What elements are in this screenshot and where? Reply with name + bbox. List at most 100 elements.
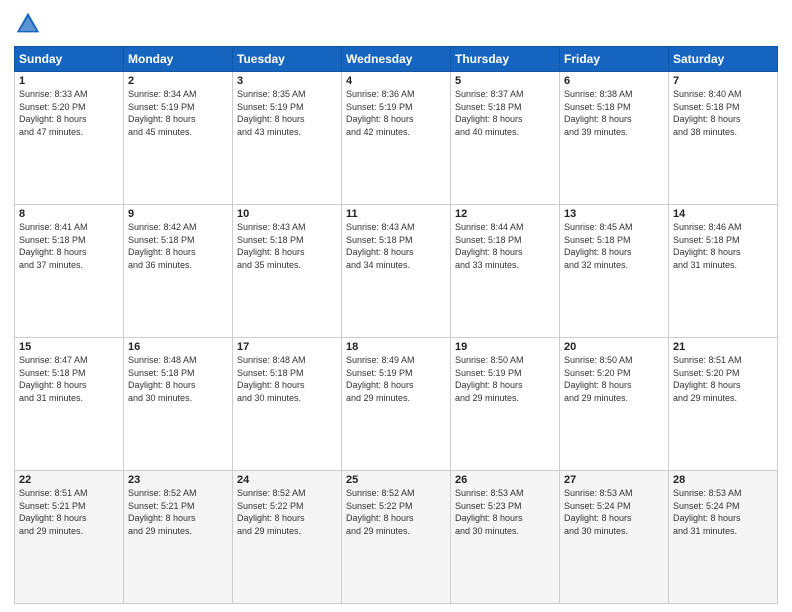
calendar-cell: 11 Sunrise: 8:43 AMSunset: 5:18 PMDaylig… [342,205,451,338]
calendar-cell: 26 Sunrise: 8:53 AMSunset: 5:23 PMDaylig… [451,471,560,604]
calendar-week-row: 15 Sunrise: 8:47 AMSunset: 5:18 PMDaylig… [15,338,778,471]
calendar-cell: 1 Sunrise: 8:33 AMSunset: 5:20 PMDayligh… [15,72,124,205]
day-number: 18 [346,341,446,353]
calendar-cell: 17 Sunrise: 8:48 AMSunset: 5:18 PMDaylig… [233,338,342,471]
day-info: Sunrise: 8:45 AMSunset: 5:18 PMDaylight:… [564,221,664,271]
day-info: Sunrise: 8:49 AMSunset: 5:19 PMDaylight:… [346,354,446,404]
day-info: Sunrise: 8:48 AMSunset: 5:18 PMDaylight:… [128,354,228,404]
day-number: 11 [346,208,446,220]
day-number: 2 [128,75,228,87]
day-info: Sunrise: 8:43 AMSunset: 5:18 PMDaylight:… [346,221,446,271]
day-header: Friday [560,47,669,72]
day-number: 19 [455,341,555,353]
calendar-cell: 28 Sunrise: 8:53 AMSunset: 5:24 PMDaylig… [669,471,778,604]
day-number: 28 [673,474,773,486]
day-number: 17 [237,341,337,353]
day-number: 21 [673,341,773,353]
day-info: Sunrise: 8:37 AMSunset: 5:18 PMDaylight:… [455,88,555,138]
page: SundayMondayTuesdayWednesdayThursdayFrid… [0,0,792,612]
day-info: Sunrise: 8:33 AMSunset: 5:20 PMDaylight:… [19,88,119,138]
day-info: Sunrise: 8:34 AMSunset: 5:19 PMDaylight:… [128,88,228,138]
header [14,10,778,38]
day-info: Sunrise: 8:51 AMSunset: 5:21 PMDaylight:… [19,487,119,537]
day-info: Sunrise: 8:41 AMSunset: 5:18 PMDaylight:… [19,221,119,271]
calendar-cell: 22 Sunrise: 8:51 AMSunset: 5:21 PMDaylig… [15,471,124,604]
day-info: Sunrise: 8:44 AMSunset: 5:18 PMDaylight:… [455,221,555,271]
calendar-cell: 19 Sunrise: 8:50 AMSunset: 5:19 PMDaylig… [451,338,560,471]
day-info: Sunrise: 8:38 AMSunset: 5:18 PMDaylight:… [564,88,664,138]
calendar-header-row: SundayMondayTuesdayWednesdayThursdayFrid… [15,47,778,72]
day-info: Sunrise: 8:53 AMSunset: 5:24 PMDaylight:… [673,487,773,537]
calendar-cell: 12 Sunrise: 8:44 AMSunset: 5:18 PMDaylig… [451,205,560,338]
calendar-cell: 6 Sunrise: 8:38 AMSunset: 5:18 PMDayligh… [560,72,669,205]
day-header: Monday [124,47,233,72]
day-info: Sunrise: 8:52 AMSunset: 5:22 PMDaylight:… [346,487,446,537]
day-number: 16 [128,341,228,353]
calendar-cell: 21 Sunrise: 8:51 AMSunset: 5:20 PMDaylig… [669,338,778,471]
calendar-cell: 18 Sunrise: 8:49 AMSunset: 5:19 PMDaylig… [342,338,451,471]
day-number: 9 [128,208,228,220]
calendar-cell: 25 Sunrise: 8:52 AMSunset: 5:22 PMDaylig… [342,471,451,604]
day-header: Tuesday [233,47,342,72]
day-info: Sunrise: 8:52 AMSunset: 5:22 PMDaylight:… [237,487,337,537]
calendar-cell: 13 Sunrise: 8:45 AMSunset: 5:18 PMDaylig… [560,205,669,338]
day-info: Sunrise: 8:50 AMSunset: 5:20 PMDaylight:… [564,354,664,404]
calendar-cell: 8 Sunrise: 8:41 AMSunset: 5:18 PMDayligh… [15,205,124,338]
calendar-cell: 2 Sunrise: 8:34 AMSunset: 5:19 PMDayligh… [124,72,233,205]
day-info: Sunrise: 8:43 AMSunset: 5:18 PMDaylight:… [237,221,337,271]
day-number: 24 [237,474,337,486]
day-number: 12 [455,208,555,220]
day-number: 10 [237,208,337,220]
calendar-cell: 20 Sunrise: 8:50 AMSunset: 5:20 PMDaylig… [560,338,669,471]
day-number: 25 [346,474,446,486]
day-number: 23 [128,474,228,486]
calendar-cell: 14 Sunrise: 8:46 AMSunset: 5:18 PMDaylig… [669,205,778,338]
calendar-cell: 3 Sunrise: 8:35 AMSunset: 5:19 PMDayligh… [233,72,342,205]
calendar-cell: 4 Sunrise: 8:36 AMSunset: 5:19 PMDayligh… [342,72,451,205]
calendar-cell: 10 Sunrise: 8:43 AMSunset: 5:18 PMDaylig… [233,205,342,338]
day-info: Sunrise: 8:53 AMSunset: 5:24 PMDaylight:… [564,487,664,537]
calendar-cell: 7 Sunrise: 8:40 AMSunset: 5:18 PMDayligh… [669,72,778,205]
calendar-week-row: 8 Sunrise: 8:41 AMSunset: 5:18 PMDayligh… [15,205,778,338]
day-number: 15 [19,341,119,353]
day-info: Sunrise: 8:53 AMSunset: 5:23 PMDaylight:… [455,487,555,537]
day-number: 1 [19,75,119,87]
day-header: Sunday [15,47,124,72]
day-number: 22 [19,474,119,486]
calendar-cell: 16 Sunrise: 8:48 AMSunset: 5:18 PMDaylig… [124,338,233,471]
day-info: Sunrise: 8:52 AMSunset: 5:21 PMDaylight:… [128,487,228,537]
calendar-cell: 9 Sunrise: 8:42 AMSunset: 5:18 PMDayligh… [124,205,233,338]
calendar-week-row: 1 Sunrise: 8:33 AMSunset: 5:20 PMDayligh… [15,72,778,205]
day-header: Wednesday [342,47,451,72]
calendar-week-row: 22 Sunrise: 8:51 AMSunset: 5:21 PMDaylig… [15,471,778,604]
calendar: SundayMondayTuesdayWednesdayThursdayFrid… [14,46,778,604]
day-info: Sunrise: 8:42 AMSunset: 5:18 PMDaylight:… [128,221,228,271]
day-number: 8 [19,208,119,220]
day-number: 3 [237,75,337,87]
day-number: 26 [455,474,555,486]
day-info: Sunrise: 8:47 AMSunset: 5:18 PMDaylight:… [19,354,119,404]
day-info: Sunrise: 8:35 AMSunset: 5:19 PMDaylight:… [237,88,337,138]
day-number: 27 [564,474,664,486]
logo-icon [14,10,42,38]
day-info: Sunrise: 8:48 AMSunset: 5:18 PMDaylight:… [237,354,337,404]
calendar-cell: 23 Sunrise: 8:52 AMSunset: 5:21 PMDaylig… [124,471,233,604]
day-number: 13 [564,208,664,220]
day-header: Thursday [451,47,560,72]
calendar-cell: 15 Sunrise: 8:47 AMSunset: 5:18 PMDaylig… [15,338,124,471]
calendar-cell: 24 Sunrise: 8:52 AMSunset: 5:22 PMDaylig… [233,471,342,604]
day-number: 20 [564,341,664,353]
day-number: 5 [455,75,555,87]
day-info: Sunrise: 8:40 AMSunset: 5:18 PMDaylight:… [673,88,773,138]
logo [14,10,46,38]
day-number: 6 [564,75,664,87]
calendar-cell: 5 Sunrise: 8:37 AMSunset: 5:18 PMDayligh… [451,72,560,205]
day-info: Sunrise: 8:46 AMSunset: 5:18 PMDaylight:… [673,221,773,271]
day-number: 7 [673,75,773,87]
day-info: Sunrise: 8:36 AMSunset: 5:19 PMDaylight:… [346,88,446,138]
day-number: 14 [673,208,773,220]
day-info: Sunrise: 8:50 AMSunset: 5:19 PMDaylight:… [455,354,555,404]
day-header: Saturday [669,47,778,72]
day-number: 4 [346,75,446,87]
calendar-cell: 27 Sunrise: 8:53 AMSunset: 5:24 PMDaylig… [560,471,669,604]
